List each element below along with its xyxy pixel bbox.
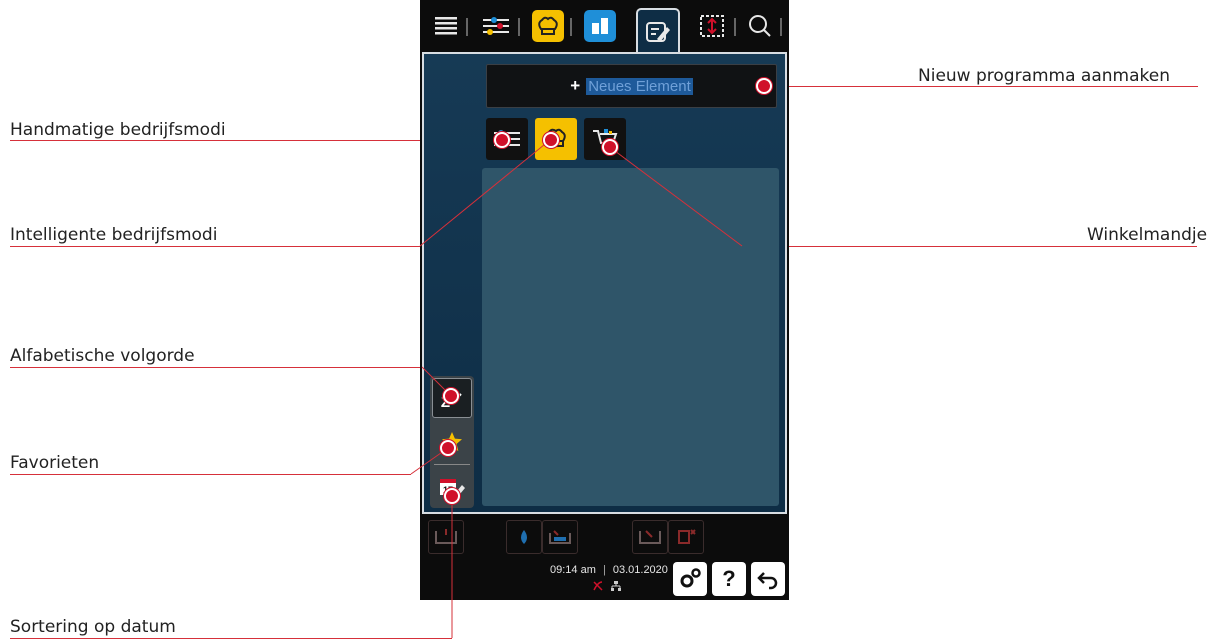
callout-dot-alphabetical [443,388,459,404]
clean-cycle-icon[interactable] [668,520,704,554]
dashboard-icon[interactable] [584,10,616,42]
tab-separator [466,18,468,36]
program-panel: + Neues Element Z 17 [422,52,787,514]
gears-icon [680,568,701,588]
line-new-program [765,86,1198,87]
help-icon: ? [722,566,736,591]
help-button[interactable]: ? [712,562,746,596]
callout-sort-date: Sortering op datum [10,617,176,637]
list-icon[interactable] [430,10,462,42]
transfer-icon[interactable] [696,10,728,42]
tab-separator [734,18,736,36]
status-clock: 09:14 am | 03.01.2020 [550,564,668,576]
callout-dot-favorites [440,440,456,456]
callout-intelligent-modes: Intelligente bedrijfsmodi [10,225,218,245]
sort-divider [434,464,470,465]
connection-status-icons [592,580,622,592]
disconnected-icon [593,581,603,591]
tab-separator [570,18,572,36]
oven-device-screen: + Neues Element Z 17 [420,0,789,600]
line-alphabetical [10,367,422,368]
callout-dot-manual-modes [494,132,510,148]
water-drop-icon[interactable] [506,520,542,554]
line-shopping-cart [742,246,1197,247]
callout-manual-modes: Handmatige bedrijfsmodi [10,120,226,140]
drain-tray-icon[interactable] [428,520,464,554]
status-time: 09:14 am [550,564,596,576]
search-icon[interactable] [744,10,776,42]
callout-dot-sort-date [444,488,460,504]
tray-arrow-icon[interactable] [632,520,668,554]
plus-icon: + [570,76,581,95]
callout-dot-shopping-cart [602,139,618,155]
lower-control-area: 09:14 am | 03.01.2020 ? [420,514,789,600]
new-element-label: Neues Element [586,77,693,95]
back-button[interactable] [751,562,785,596]
chef-hat-icon[interactable] [532,10,564,42]
edit-icon[interactable] [636,8,680,54]
line-sort-date [10,638,452,639]
callout-favorites: Favorieten [10,453,100,473]
callout-shopping-cart: Winkelmandje [1087,225,1208,245]
back-arrow-icon [757,572,778,590]
status-date: 03.01.2020 [612,564,668,576]
callout-new-program: Nieuw programma aanmaken [918,66,1170,86]
callout-alphabetical: Alfabetische volgorde [10,346,195,366]
callout-dot-intelligent-modes [543,132,559,148]
line-favorites [10,474,411,475]
tab-separator [518,18,520,36]
tab-separator [780,18,782,36]
top-tab-bar [420,0,789,54]
tray-fill-icon[interactable] [542,520,578,554]
sliders-icon[interactable] [480,10,512,42]
program-list[interactable] [482,168,779,506]
settings-button[interactable] [673,562,707,596]
new-element-button[interactable]: + Neues Element [486,64,777,108]
line-intelligent-modes [10,246,420,247]
network-icon [611,581,621,591]
callout-dot-new-program [756,78,772,94]
